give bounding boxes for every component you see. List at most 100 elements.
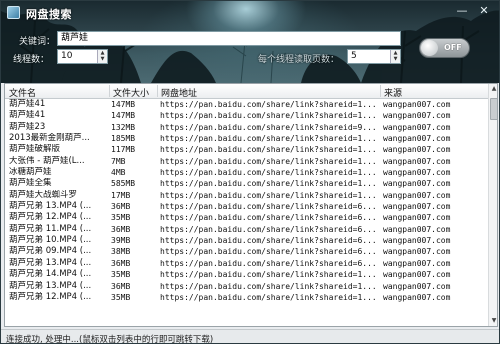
cell-source: wangpan007.com [383,247,451,257]
cell-source: wangpan007.com [383,224,451,234]
cell-url: https://pan.baidu.com/share/link?shareid… [160,236,377,246]
cell-filename: 葫芦兄弟 12.MP4 (... [9,212,92,223]
cell-filesize: 35MB [111,270,131,280]
table-row[interactable]: 葫芦兄弟 09.MP4 (... 38MB https://pan.baidu.co… [5,246,488,257]
app-icon [7,6,20,19]
column-header-source[interactable]: 来源 [384,86,402,99]
column-divider[interactable] [109,85,110,97]
cell-url: https://pan.baidu.com/share/link?shareid… [160,202,377,212]
cell-filename: 葫芦兄弟 13.MP4 (... [9,280,92,291]
cell-url: https://pan.baidu.com/share/link?shareid… [160,213,377,223]
cell-filesize: 38MB [111,247,131,257]
table-row[interactable]: 葫芦兄弟 12.MP4 (... 35MB https://pan.baidu.co… [5,292,488,303]
status-text: 连接成功, 处理中...(鼠标双击列表中的行即可跳转下载) [6,335,214,344]
table-row[interactable]: 葫芦娃41 147MB https://pan.baidu.com/share/li… [5,99,488,110]
cell-filesize: 7MB [111,156,126,166]
cell-filename: 葫芦娃全集 [9,178,52,189]
table-row[interactable]: 葫芦兄弟 13.MP4 (... 36MB https://pan.baidu.co… [5,258,488,269]
pages-spinner[interactable]: 5 ▲ ▼ [347,49,401,64]
toggle-knob[interactable] [421,40,438,56]
cell-filename: 葫芦娃41 [9,110,46,121]
column-divider[interactable] [380,85,381,97]
cell-filesize: 585MB [111,179,136,189]
pages-value[interactable]: 5 [351,51,357,61]
table-row[interactable]: 葫芦兄弟 10.MP4 (... 39MB https://pan.baidu.co… [5,235,488,246]
title-bar[interactable]: 网盘搜索 — ✕ [1,1,499,25]
cell-filename: 葫芦兄弟 14.MP4 (... [9,269,92,280]
cell-filename: 葫芦娃破解版 [9,144,61,155]
cell-source: wangpan007.com [383,236,451,246]
cell-source: wangpan007.com [383,100,451,109]
cell-url: https://pan.baidu.com/share/link?shareid… [160,179,377,189]
table-row[interactable]: 葫芦娃23 132MB https://pan.baidu.com/share/li… [5,122,488,133]
cell-filesize: 35MB [111,292,131,302]
cell-filesize: 147MB [111,100,136,109]
scrollbar-thumb[interactable] [490,98,497,120]
toggle-label: OFF [444,43,462,52]
cell-source: wangpan007.com [383,145,451,155]
cell-url: https://pan.baidu.com/share/link?shareid… [160,270,377,280]
cell-filesize: 35MB [111,213,131,223]
scroll-down-arrow-icon[interactable]: ▼ [489,316,497,326]
threads-spinner[interactable]: 10 ▲ ▼ [57,49,108,64]
vertical-scrollbar[interactable]: ▲ ▼ [488,84,497,326]
pages-down-arrow-icon[interactable]: ▼ [391,56,400,62]
pages-spinner-arrows: ▲ ▼ [390,50,400,63]
cell-source: wangpan007.com [383,122,451,132]
column-header-filesize[interactable]: 文件大小 [113,86,149,99]
cell-filename: 葫芦兄弟 09.MP4 (... [9,246,92,257]
table-row[interactable]: 大张伟 - 葫芦娃(L... 7MB https://pan.baidu.com/s… [5,156,488,167]
cell-filename: 葫芦娃大战蜘斗罗 [9,189,78,200]
cell-filesize: 36MB [111,258,131,268]
minimize-button[interactable]: — [453,4,471,18]
cell-source: wangpan007.com [383,111,451,121]
cell-source: wangpan007.com [383,190,451,200]
cell-url: https://pan.baidu.com/share/link?shareid… [160,100,377,109]
scroll-up-arrow-icon[interactable]: ▲ [489,84,497,94]
table-row[interactable]: 葫芦兄弟 13.MP4 (... 36MB https://pan.baidu.co… [5,201,488,212]
table-row[interactable]: 葫芦娃41 147MB https://pan.baidu.com/share/li… [5,110,488,121]
cell-filesize: 132MB [111,122,136,132]
cell-url: https://pan.baidu.com/share/link?shareid… [160,247,377,257]
table-row[interactable]: 葫芦娃全集 585MB https://pan.baidu.com/share/li… [5,178,488,189]
table-row[interactable]: 葫芦兄弟 11.MP4 (... 36MB https://pan.baidu.co… [5,224,488,235]
threads-down-arrow-icon[interactable]: ▼ [98,56,107,62]
cell-source: wangpan007.com [383,156,451,166]
cell-url: https://pan.baidu.com/share/link?shareid… [160,122,377,132]
table-row[interactable]: 冰糖葫芦娃 4MB https://pan.baidu.com/share/link… [5,167,488,178]
search-toggle-switch[interactable]: OFF [419,38,470,58]
cell-source: wangpan007.com [383,134,451,144]
cell-source: wangpan007.com [383,179,451,189]
column-divider[interactable] [157,85,158,97]
results-table[interactable]: 文件名 文件大小 网盘地址 来源 葫芦娃41 147MB https://pan.b… [4,83,498,327]
cell-filename: 葫芦兄弟 10.MP4 (... [9,235,92,246]
cell-url: https://pan.baidu.com/share/link?shareid… [160,190,377,200]
cell-source: wangpan007.com [383,168,451,178]
close-button[interactable]: ✕ [475,4,493,18]
cell-filesize: 117MB [111,145,136,155]
threads-value[interactable]: 10 [61,51,72,61]
cell-url: https://pan.baidu.com/share/link?shareid… [160,224,377,234]
table-row[interactable]: 葫芦娃大战蜘斗罗 17MB https://pan.baidu.com/share/… [5,190,488,201]
cell-source: wangpan007.com [383,281,451,291]
column-header-filename[interactable]: 文件名 [9,86,36,99]
header-banner: 网盘搜索 — ✕ 关键词： 葫芦娃 线程数： 10 ▲ ▼ 每个线程读取页数： … [1,1,499,83]
cell-filename: 2013最新金刚葫芦... [9,133,90,144]
threads-label: 线程数： [13,55,50,65]
keyword-input[interactable]: 葫芦娃 [57,31,401,46]
cell-filename: 葫芦兄弟 12.MP4 (... [9,291,92,302]
window-title: 网盘搜索 [26,8,72,21]
table-row[interactable]: 葫芦兄弟 12.MP4 (... 35MB https://pan.baidu.co… [5,212,488,223]
column-header-url[interactable]: 网盘地址 [161,86,197,99]
cell-url: https://pan.baidu.com/share/link?shareid… [160,156,377,166]
cell-url: https://pan.baidu.com/share/link?shareid… [160,281,377,291]
table-row[interactable]: 葫芦兄弟 14.MP4 (... 35MB https://pan.baidu.co… [5,269,488,280]
cell-filesize: 4MB [111,168,126,178]
cell-url: https://pan.baidu.com/share/link?shareid… [160,258,377,268]
cell-url: https://pan.baidu.com/share/link?shareid… [160,292,377,302]
cell-filename: 葫芦兄弟 13.MP4 (... [9,257,92,268]
table-row[interactable]: 葫芦兄弟 13.MP4 (... 36MB https://pan.baidu.co… [5,281,488,292]
cell-filename: 葫芦娃41 [9,99,46,109]
table-row[interactable]: 葫芦娃破解版 117MB https://pan.baidu.com/share/l… [5,144,488,155]
table-row[interactable]: 2013最新金刚葫芦... 185MB https://pan.baidu.com/… [5,133,488,144]
